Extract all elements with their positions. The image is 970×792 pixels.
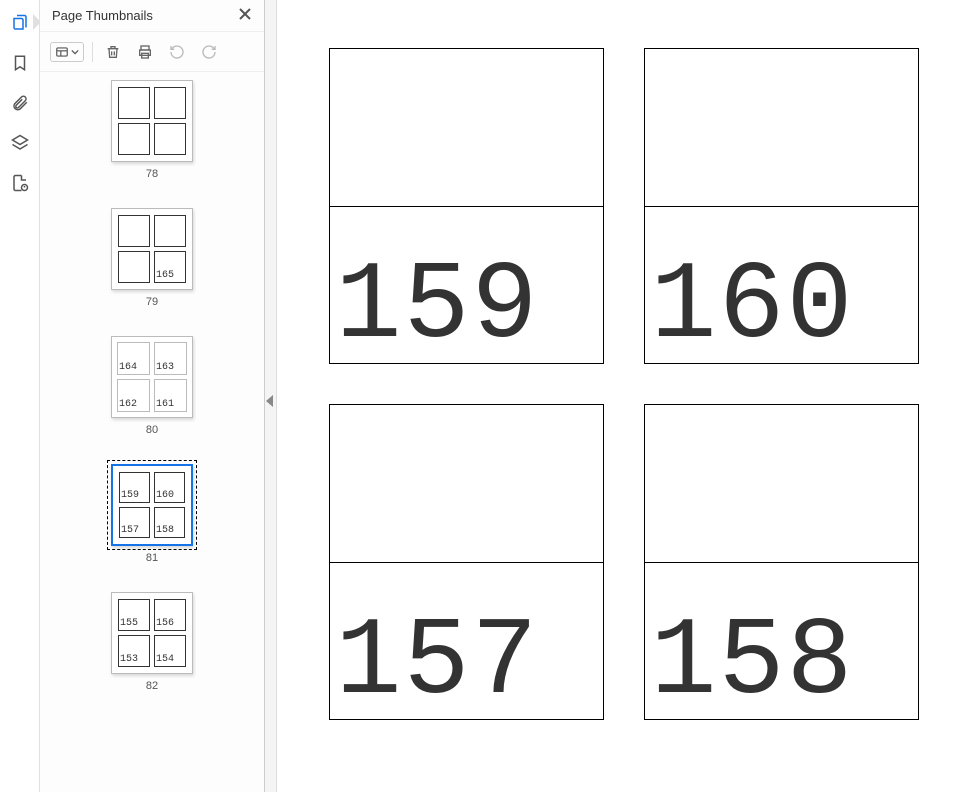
- page-thumbnails-icon[interactable]: [9, 12, 31, 34]
- card-number: 160: [645, 207, 918, 364]
- thumbnail-page-label: 79: [146, 296, 158, 308]
- thumbnail-cell: 162: [117, 379, 150, 412]
- card-number: 157: [330, 563, 603, 720]
- thumbnail-cell: [154, 215, 186, 247]
- thumbnail-page-label: 80: [146, 424, 158, 436]
- thumbnail-page: 155156153154: [111, 592, 193, 674]
- thumbnail-cell: 159: [119, 472, 150, 503]
- thumbnail-cell: 163: [154, 342, 187, 375]
- thumbnail-item[interactable]: 155156153154 82: [40, 592, 264, 692]
- thumbnail-item[interactable]: 165 79: [40, 208, 264, 308]
- thumbnail-cell: 156: [154, 599, 186, 631]
- page-card: 160: [644, 48, 919, 364]
- thumbnail-item[interactable]: 164163162161 80: [40, 336, 264, 436]
- thumbnail-cell: 158: [154, 507, 185, 538]
- card-top: [645, 405, 918, 563]
- card-top: [330, 49, 603, 207]
- toolbar-separator: [92, 42, 93, 62]
- bookmark-icon[interactable]: [9, 52, 31, 74]
- main-viewport[interactable]: 159 160 157 158: [277, 0, 970, 792]
- delete-icon[interactable]: [101, 40, 125, 64]
- thumbnail-cell: [118, 251, 150, 283]
- thumbnail-page-label: 78: [146, 168, 158, 180]
- attachment-icon[interactable]: [9, 92, 31, 114]
- thumbnail-item[interactable]: 159160157158 81: [40, 464, 264, 564]
- thumbnail-page-label: 82: [146, 680, 158, 692]
- rotate-cw-icon[interactable]: [197, 40, 221, 64]
- panel-title: Page Thumbnails: [52, 8, 153, 23]
- thumbnail-cell: [118, 123, 150, 155]
- print-icon[interactable]: [133, 40, 157, 64]
- thumbnail-cell: 160: [154, 472, 185, 503]
- page-grid: 159 160 157 158: [329, 48, 919, 720]
- panel-toolbar: [40, 32, 264, 72]
- thumbnail-cell: 155: [118, 599, 150, 631]
- page-card: 159: [329, 48, 604, 364]
- nav-rail: [0, 0, 40, 792]
- page-card: 158: [644, 404, 919, 720]
- thumbnail-item[interactable]: 78: [40, 80, 264, 180]
- thumbnail-cell: [118, 87, 150, 119]
- panel-resize-handle[interactable]: [265, 0, 277, 792]
- thumbnail-cell: 154: [154, 635, 186, 667]
- thumbnail-cell: 164: [117, 342, 150, 375]
- options-button[interactable]: [50, 42, 84, 62]
- thumbnail-page-label: 81: [146, 552, 158, 564]
- thumbnails-panel: Page Thumbnails 78 165 79 164163162161 80 159…: [40, 0, 265, 792]
- card-top: [645, 49, 918, 207]
- thumbnail-cell: 157: [119, 507, 150, 538]
- thumbnail-cell: [118, 215, 150, 247]
- collapse-caret-icon[interactable]: [266, 395, 273, 407]
- layers-icon[interactable]: [9, 132, 31, 154]
- thumbnail-cell: [154, 87, 186, 119]
- thumbnail-cell: [154, 123, 186, 155]
- file-info-icon[interactable]: [9, 172, 31, 194]
- thumbnail-page: 165: [111, 208, 193, 290]
- card-number: 158: [645, 563, 918, 720]
- thumbnail-page: 164163162161: [111, 336, 193, 418]
- thumbnail-page: 159160157158: [111, 464, 193, 546]
- panel-header: Page Thumbnails: [40, 0, 264, 32]
- thumbnail-page: [111, 80, 193, 162]
- thumbnail-list[interactable]: 7816579164163162161801591601571588115515…: [40, 72, 264, 792]
- thumbnail-cell: 165: [154, 251, 186, 283]
- card-number: 159: [330, 207, 603, 364]
- card-top: [330, 405, 603, 563]
- rotate-ccw-icon[interactable]: [165, 40, 189, 64]
- page-card: 157: [329, 404, 604, 720]
- close-icon[interactable]: [236, 7, 254, 25]
- thumbnail-cell: 153: [118, 635, 150, 667]
- thumbnail-cell: 161: [154, 379, 187, 412]
